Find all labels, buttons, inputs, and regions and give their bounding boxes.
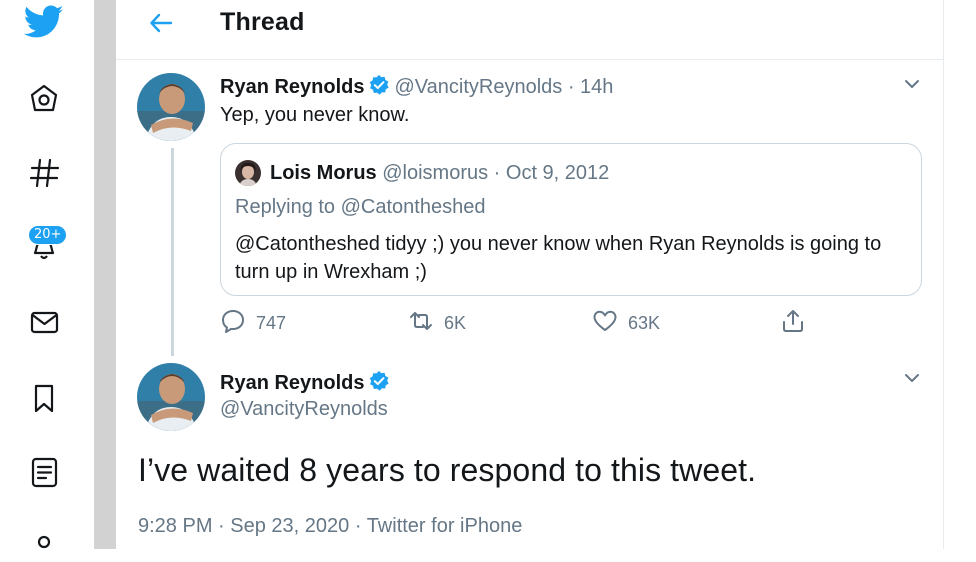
handle[interactable]: @VancityReynolds: [220, 398, 388, 421]
quoted-handle-and-date: @loismorus · Oct 9, 2012: [382, 161, 610, 184]
focused-tweet-text: I’ve waited 8 years to respond to this t…: [138, 452, 757, 488]
share-upload-icon: [780, 308, 806, 339]
quoted-tweet-text: @Catontheshed tidyy ;) you never know wh…: [235, 233, 882, 283]
chevron-down-icon: [902, 74, 922, 99]
retweet-button[interactable]: 6K: [408, 308, 466, 339]
tweet-header: Ryan Reynolds: [220, 370, 394, 398]
explore-hashtag-icon: [27, 156, 61, 190]
page-title: Thread: [220, 8, 305, 36]
home-icon: [27, 81, 61, 115]
back-button[interactable]: [144, 8, 178, 42]
quoted-display-name: Lois Morus: [270, 161, 377, 184]
thread-column: Thread Ryan Reynolds @VancityReynolds · 1…: [116, 0, 944, 549]
twitter-logo-link[interactable]: [24, 2, 64, 42]
tweet-source[interactable]: Twitter for iPhone: [367, 515, 523, 537]
twitter-bird-icon: [24, 5, 64, 39]
quoted-tweet[interactable]: Lois Morus @loismorus · Oct 9, 2012 Repl…: [220, 143, 922, 296]
profile-icon: [27, 525, 61, 559]
thread-connector-line: [171, 148, 174, 356]
nav-messages[interactable]: [24, 302, 64, 342]
tweet-meta: 9:28 PM · Sep 23, 2020 · Twitter for iPh…: [138, 515, 523, 537]
like-button[interactable]: 63K: [592, 308, 660, 339]
sidebar-scroll-gutter: [94, 0, 116, 549]
display-name[interactable]: Ryan Reynolds: [220, 76, 364, 98]
tweet-header: Ryan Reynolds @VancityReynolds · 14h: [220, 74, 613, 102]
verified-badge-icon: [368, 370, 390, 398]
display-name[interactable]: Ryan Reynolds: [220, 372, 364, 394]
like-count: 63K: [628, 313, 661, 333]
avatar[interactable]: [137, 73, 205, 141]
verified-badge-icon: [368, 74, 390, 102]
thread-header: Thread: [116, 0, 944, 60]
retweet-count: 6K: [444, 313, 467, 333]
avatar[interactable]: [137, 363, 205, 431]
replying-to-label: Replying to @Catontheshed: [235, 196, 486, 218]
tweet-time[interactable]: 9:28 PM: [138, 515, 212, 537]
tweet-date[interactable]: Sep 23, 2020: [230, 515, 349, 537]
avatar: [235, 160, 261, 186]
notification-count-badge: 20+: [28, 225, 68, 245]
handle-and-time: @VancityReynolds · 14h: [394, 76, 614, 98]
share-button[interactable]: [780, 308, 806, 339]
tweet-text: Yep, you never know.: [220, 104, 410, 126]
messages-mail-icon: [27, 305, 61, 339]
sidebar: 20+: [0, 0, 94, 549]
nav-bookmarks[interactable]: [24, 378, 64, 418]
nav-home[interactable]: [24, 78, 64, 118]
reply-button[interactable]: 747: [220, 308, 286, 339]
tweet-menu-button[interactable]: [900, 368, 924, 392]
chevron-down-icon: [902, 368, 922, 393]
nav-lists[interactable]: [24, 452, 64, 492]
bookmarks-icon: [27, 381, 61, 415]
back-arrow-icon: [147, 9, 175, 42]
heart-icon: [592, 308, 618, 339]
reply-bubble-icon: [220, 308, 246, 339]
retweet-icon: [408, 308, 434, 339]
tweet-action-bar: 747 6K 63K: [220, 308, 820, 338]
quoted-tweet-header: Lois Morus @loismorus · Oct 9, 2012: [235, 160, 609, 186]
nav-profile[interactable]: [24, 522, 64, 562]
lists-icon: [27, 455, 61, 489]
tweet-menu-button[interactable]: [900, 74, 924, 98]
nav-explore[interactable]: [24, 153, 64, 193]
reply-count: 747: [256, 313, 287, 333]
